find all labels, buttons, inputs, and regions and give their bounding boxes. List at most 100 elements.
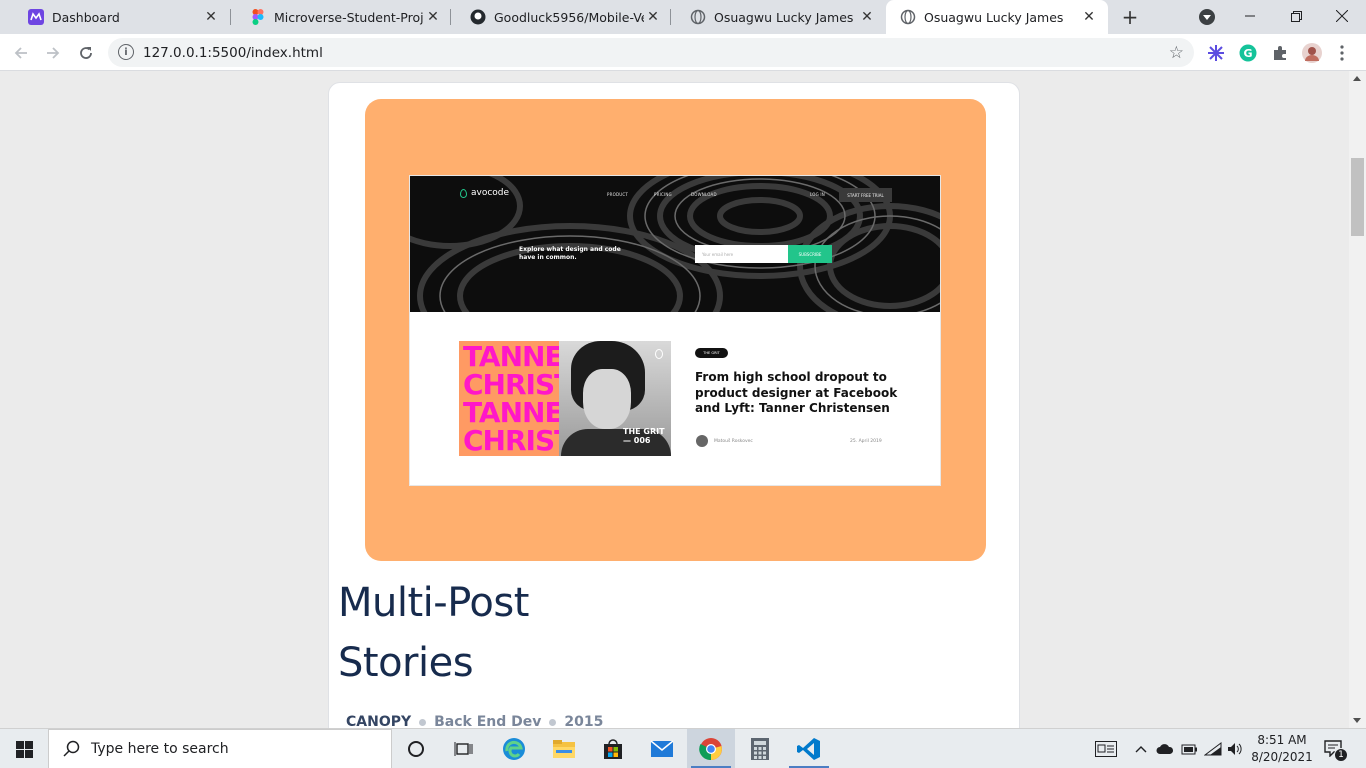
volume-icon[interactable] [1227, 740, 1245, 758]
shot-nav-download: DOWNLOAD [691, 192, 717, 197]
shot-headline: From high school dropout to product desi… [695, 370, 898, 415]
page-viewport: avocode PRODUCT PRICING DOWNLOAD LOG IN … [0, 71, 1349, 728]
menu-kebab-icon[interactable] [1332, 43, 1352, 63]
project-image-frame: avocode PRODUCT PRICING DOWNLOAD LOG IN … [365, 99, 986, 561]
task-view-icon[interactable] [440, 729, 488, 768]
windows-taskbar: Type here to search 8:51 AM 8/20/2021 1 [0, 728, 1366, 768]
action-center-button[interactable]: 1 [1324, 739, 1348, 762]
extensions-puzzle-icon[interactable] [1270, 43, 1290, 63]
project-title: Multi-Post Stories [338, 580, 529, 686]
address-bar[interactable]: i 127.0.0.1:5500/index.html ☆ [108, 38, 1194, 67]
project-meta: CANOPY Back End Dev 2015 [346, 714, 603, 728]
shot-cta: START FREE TRIAL [839, 188, 892, 202]
back-button[interactable] [8, 40, 34, 66]
battery-icon[interactable] [1180, 740, 1198, 758]
microverse-icon [28, 9, 44, 25]
tab-title: Osuagwu Lucky James [714, 9, 854, 25]
mail-icon[interactable] [638, 729, 686, 768]
close-icon[interactable]: ✕ [858, 8, 876, 26]
new-tab-button[interactable]: + [1118, 5, 1142, 29]
wifi-icon[interactable] [1204, 740, 1222, 758]
edge-icon[interactable] [490, 729, 538, 768]
avocode-logo: avocode [460, 188, 509, 198]
url-text[interactable]: 127.0.0.1:5500/index.html [143, 45, 323, 61]
tab-title: Dashboard [52, 9, 120, 25]
project-screenshot: avocode PRODUCT PRICING DOWNLOAD LOG IN … [409, 175, 941, 486]
shot-login: LOG IN [810, 192, 825, 197]
calculator-icon[interactable] [736, 729, 784, 768]
vscode-icon[interactable] [785, 729, 833, 768]
close-icon[interactable]: ✕ [424, 8, 442, 26]
meta-role: Back End Dev [434, 714, 542, 728]
tab-search-icon[interactable] [1199, 9, 1215, 25]
site-info-icon[interactable]: i [118, 44, 134, 60]
tab-portfolio[interactable]: Osuagwu Lucky James ✕ [670, 0, 886, 34]
poster-drop-icon [655, 349, 663, 359]
scrollbar-thumb[interactable] [1351, 158, 1364, 236]
tab-figma[interactable]: Microverse-Student-Project-T ✕ [230, 0, 452, 34]
onedrive-icon[interactable] [1156, 740, 1174, 758]
shot-author: Matouš Roskovec [714, 439, 753, 444]
minimize-button[interactable] [1228, 0, 1272, 32]
taskbar-search-box[interactable]: Type here to search [48, 729, 392, 768]
shot-email-field: Your email here [695, 245, 788, 263]
close-icon[interactable]: ✕ [202, 8, 220, 26]
tab-title: Goodluck5956/Mobile-Versio [494, 9, 644, 25]
windows-logo-icon [15, 740, 33, 758]
cortana-icon[interactable] [392, 729, 440, 768]
chrome-icon[interactable] [687, 729, 735, 768]
close-icon[interactable]: ✕ [644, 8, 662, 26]
search-icon [63, 740, 80, 757]
clock-time: 8:51 AM [1257, 733, 1307, 747]
meta-client: CANOPY [346, 714, 412, 728]
tab-github[interactable]: Goodluck5956/Mobile-Versio ✕ [450, 0, 672, 34]
clock-date: 8/20/2021 [1251, 750, 1313, 764]
svg-text:G: G [1243, 47, 1252, 60]
show-hidden-icons-chevron-icon[interactable] [1132, 740, 1150, 758]
tab-portfolio-active[interactable]: Osuagwu Lucky James ✕ [886, 0, 1108, 34]
meta-year: 2015 [564, 714, 604, 728]
profile-avatar[interactable] [1302, 43, 1322, 63]
github-icon [470, 9, 486, 25]
grammarly-icon[interactable]: G [1238, 43, 1258, 63]
page-scrollbar[interactable] [1349, 71, 1366, 728]
file-explorer-icon[interactable] [540, 729, 588, 768]
close-icon[interactable]: ✕ [1080, 8, 1098, 26]
close-window-button[interactable] [1320, 0, 1364, 32]
tanner-poster: TANNER CHRISTENSEN TANNER CHRISTENSEN TH… [459, 341, 671, 456]
reload-button[interactable] [73, 40, 99, 66]
browser-tab-strip: Dashboard ✕ Microverse-Student-Project-T… [0, 0, 1366, 34]
author-avatar [696, 435, 708, 447]
screenshot-header: avocode PRODUCT PRICING DOWNLOAD LOG IN … [410, 176, 940, 312]
shot-nav-product: PRODUCT [607, 192, 628, 197]
figma-icon [250, 9, 266, 25]
meta-dot [419, 718, 427, 726]
scroll-up-arrow-icon[interactable] [1353, 76, 1361, 81]
restore-button[interactable] [1274, 0, 1318, 32]
tab-title: Osuagwu Lucky James [924, 9, 1064, 25]
tab-title: Microverse-Student-Project-T [274, 9, 424, 25]
bookmark-star-icon[interactable]: ☆ [1169, 43, 1184, 63]
search-placeholder: Type here to search [91, 741, 229, 757]
avocode-drop-icon [460, 188, 467, 198]
globe-icon [690, 9, 706, 25]
globe-icon [900, 9, 916, 25]
browser-toolbar: i 127.0.0.1:5500/index.html ☆ G [0, 34, 1366, 71]
shot-nav-pricing: PRICING [654, 192, 672, 197]
start-button[interactable] [0, 729, 48, 768]
microsoft-store-icon[interactable] [589, 729, 637, 768]
shot-tagline: Explore what design and code have in com… [519, 246, 621, 261]
scroll-down-arrow-icon[interactable] [1353, 718, 1361, 723]
meta-dot [549, 718, 557, 726]
extension-snowflake-icon[interactable] [1206, 43, 1226, 63]
news-widget-icon[interactable] [1094, 740, 1118, 758]
project-card: avocode PRODUCT PRICING DOWNLOAD LOG IN … [328, 82, 1020, 728]
shot-date: 25. April 2019 [850, 439, 882, 444]
system-clock[interactable]: 8:51 AM 8/20/2021 [1250, 732, 1314, 766]
shot-badge: THE GRIT [695, 348, 728, 358]
shot-subscribe: SUBSCRIBE [788, 245, 832, 263]
poster-label: THE GRIT — 006 [623, 427, 665, 445]
tab-dashboard[interactable]: Dashboard ✕ [8, 0, 230, 34]
forward-button[interactable] [40, 40, 66, 66]
portrait-face [583, 369, 631, 429]
